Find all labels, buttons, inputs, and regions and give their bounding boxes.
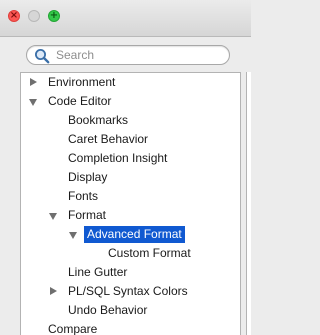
tree-item-label: Bookmarks xyxy=(68,113,129,127)
collapse-arrow-icon[interactable] xyxy=(69,232,77,239)
tree-item-label: Fonts xyxy=(68,189,99,203)
tree-item-label: PL/SQL Syntax Colors xyxy=(68,284,188,298)
close-x-icon: × xyxy=(9,10,19,21)
plus-icon: + xyxy=(49,10,59,21)
preferences-window: × + Environment Code Editor Bookmarks Ca… xyxy=(0,0,251,335)
tree-item-custom-format[interactable]: Custom Format xyxy=(21,244,240,263)
tree-item-label: Format xyxy=(68,208,107,222)
settings-panel-edge xyxy=(246,72,251,335)
tree-item-compare[interactable]: Compare xyxy=(21,320,240,335)
tree-item-label: Line Gutter xyxy=(68,265,128,279)
expand-arrow-icon[interactable] xyxy=(30,78,37,86)
tree-item-label: Undo Behavior xyxy=(68,303,148,317)
tree-item-plsql-syntax-colors[interactable]: PL/SQL Syntax Colors xyxy=(21,282,240,301)
tree-item-label: Code Editor xyxy=(48,94,112,108)
tree-item-label: Completion Insight xyxy=(68,151,168,165)
tree-item-undo-behavior[interactable]: Undo Behavior xyxy=(21,301,240,320)
search-icon xyxy=(35,49,50,64)
tree-item-completion-insight[interactable]: Completion Insight xyxy=(21,149,240,168)
search-field[interactable] xyxy=(26,45,230,65)
title-bar: × + xyxy=(0,0,251,37)
search-input[interactable] xyxy=(56,47,224,63)
tree-item-line-gutter[interactable]: Line Gutter xyxy=(21,263,240,282)
tree-item-advanced-format[interactable]: Advanced Format xyxy=(21,225,240,244)
tree-item-bookmarks[interactable]: Bookmarks xyxy=(21,111,240,130)
collapse-arrow-icon[interactable] xyxy=(49,213,57,220)
minimize-window-button[interactable] xyxy=(28,10,40,22)
tree-item-fonts[interactable]: Fonts xyxy=(21,187,240,206)
tree-item-caret-behavior[interactable]: Caret Behavior xyxy=(21,130,240,149)
tree-item-display[interactable]: Display xyxy=(21,168,240,187)
expand-arrow-icon[interactable] xyxy=(50,287,57,295)
tree-item-environment[interactable]: Environment xyxy=(21,73,240,92)
collapse-arrow-icon[interactable] xyxy=(29,99,37,106)
tree-item-label: Caret Behavior xyxy=(68,132,149,146)
tree-item-label: Compare xyxy=(48,322,98,335)
tree-item-format[interactable]: Format xyxy=(21,206,240,225)
tree-item-label: Custom Format xyxy=(108,246,191,260)
tree-item-code-editor[interactable]: Code Editor xyxy=(21,92,240,111)
tree-item-label: Advanced Format xyxy=(84,226,185,243)
preferences-tree: Environment Code Editor Bookmarks Caret … xyxy=(20,72,241,335)
tree-item-label: Environment xyxy=(48,75,116,89)
close-window-button[interactable]: × xyxy=(8,10,20,22)
zoom-window-button[interactable]: + xyxy=(48,10,60,22)
tree-item-label: Display xyxy=(68,170,108,184)
